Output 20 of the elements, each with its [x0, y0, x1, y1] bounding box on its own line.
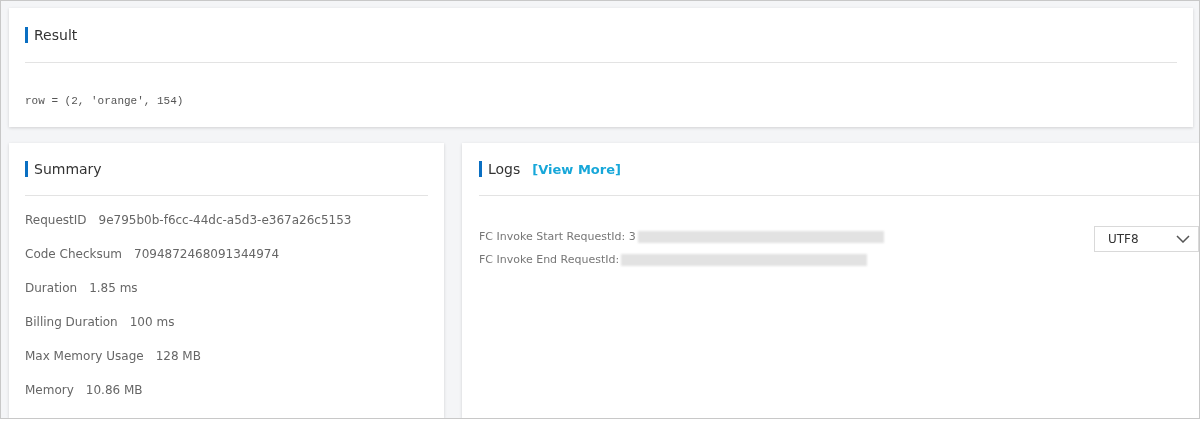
log-line: FC Invoke Start RequestId: 3 — [479, 230, 636, 243]
field-value: 1.85 ms — [89, 281, 138, 295]
field-value: 7094872468091344974 — [134, 247, 280, 261]
section-title: Result — [34, 27, 78, 43]
field-label: Max Memory Usage — [25, 349, 144, 363]
log-line: FC Invoke End RequestId: — [479, 253, 620, 266]
field-value: 128 MB — [155, 349, 201, 363]
field-label: Billing Duration — [25, 315, 118, 329]
field-value: 100 ms — [129, 315, 175, 329]
section-title: Summary — [34, 161, 102, 177]
field-label: Duration — [25, 281, 78, 295]
field-label: RequestID — [25, 213, 87, 227]
field-label: Code Checksum — [25, 247, 122, 261]
field-value: 9e795b0b-f6cc-44dc-a5d3-e367a26c5153 — [98, 213, 352, 227]
result-output: row = (2, 'orange', 154) — [25, 95, 184, 107]
field-label: Memory — [25, 383, 74, 397]
chevron-down-icon — [1176, 235, 1190, 243]
field-value: 10.86 MB — [85, 383, 143, 397]
section-title: Logs — [488, 161, 521, 177]
encoding-dropdown[interactable]: UTF8 — [1094, 226, 1199, 252]
